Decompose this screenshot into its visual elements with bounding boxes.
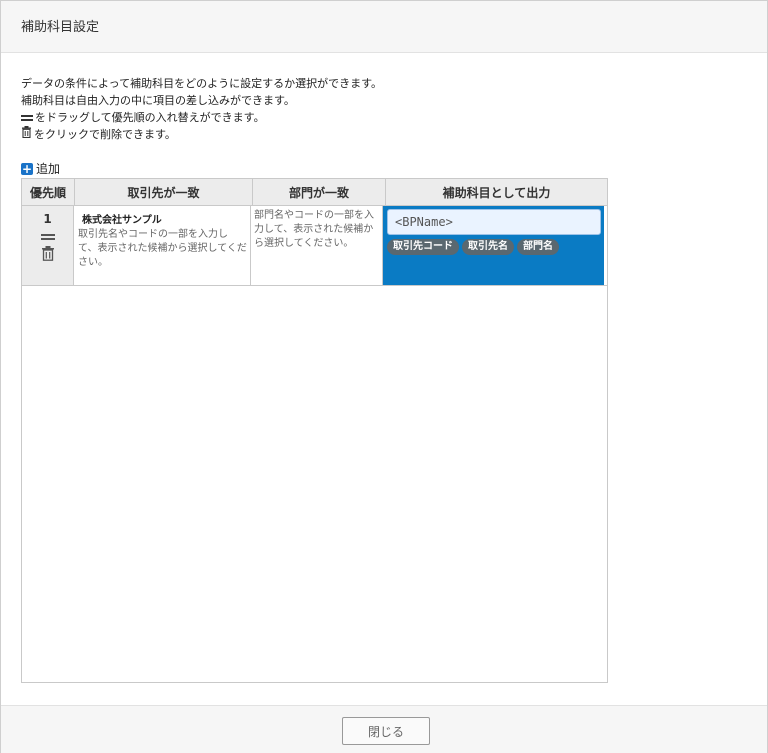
description-line-1: データの条件によって補助科目をどのように設定するか選択ができます。 [21, 77, 383, 90]
plus-icon: + [21, 161, 33, 176]
output-input[interactable]: <BPName> [387, 209, 601, 235]
drag-handle-icon[interactable] [40, 234, 55, 240]
priority-number: 1 [43, 212, 52, 226]
subaccount-settings-dialog: 補助科目設定 データの条件によって補助科目をどのように設定するか選択ができます。… [0, 0, 768, 753]
close-button[interactable]: 閉じる [342, 717, 430, 745]
trash-icon [21, 126, 32, 143]
header-output: 補助科目として出力 [442, 185, 551, 200]
output-cell: <BPName> 取引先コード 取引先名 部門名 [383, 206, 604, 285]
header-priority: 優先順 [22, 179, 75, 205]
description-line-3-text: をドラッグして優先順の入れ替えができます。 [35, 111, 265, 124]
table-header: 優先順 取引先が一致 部門が一致 補助科目として出力 [22, 179, 607, 206]
header-department: 部門が一致 [253, 179, 386, 205]
trash-icon[interactable] [41, 246, 55, 265]
header-partner: 取引先が一致 [75, 179, 253, 205]
department-hint: 部門名やコードの一部を入力して、表示された候補から選択してください。 [254, 210, 374, 249]
partner-name: 株式会社サンプル [82, 215, 162, 226]
description-line-2: 補助科目は自由入力の中に項目の差し込みができます。 [21, 94, 295, 107]
add-button[interactable]: + 追加 [21, 160, 60, 177]
description-line-3: をドラッグして優先順の入れ替えができます。 [21, 109, 382, 126]
chip-partner-code[interactable]: 取引先コード [387, 239, 459, 255]
department-cell[interactable]: 部門名やコードの一部を入力して、表示された候補から選択してください。 [251, 206, 383, 285]
description-line-4-text: をクリックで削除できます。 [34, 128, 176, 141]
partner-cell[interactable]: 株式会社サンプル 取引先名やコードの一部を入力して、表示された候補から選択してく… [74, 206, 251, 285]
chip-partner-name[interactable]: 取引先名 [462, 239, 514, 255]
description-line-4: をクリックで削除できます。 [21, 126, 382, 143]
dialog-title: 補助科目設定 [21, 20, 100, 35]
rules-table: 優先順 取引先が一致 部門が一致 補助科目として出力 1 株式会社サンプル 取引… [21, 178, 608, 683]
dialog-header: 補助科目設定 [1, 1, 767, 53]
partner-hint: 取引先名やコードの一部を入力して、表示された候補から選択してください。 [78, 229, 247, 268]
chip-department-name[interactable]: 部門名 [517, 239, 559, 255]
table-row: 1 株式会社サンプル 取引先名やコードの一部を入力して、表示された候補から選択し… [22, 206, 607, 286]
drag-handle-icon [21, 113, 33, 123]
dialog-footer: 閉じる [1, 705, 767, 753]
add-label: 追加 [36, 162, 61, 176]
insert-chips: 取引先コード 取引先名 部門名 [387, 239, 601, 255]
priority-cell: 1 [22, 206, 74, 285]
description: データの条件によって補助科目をどのように設定するか選択ができます。 補助科目は自… [21, 75, 382, 143]
